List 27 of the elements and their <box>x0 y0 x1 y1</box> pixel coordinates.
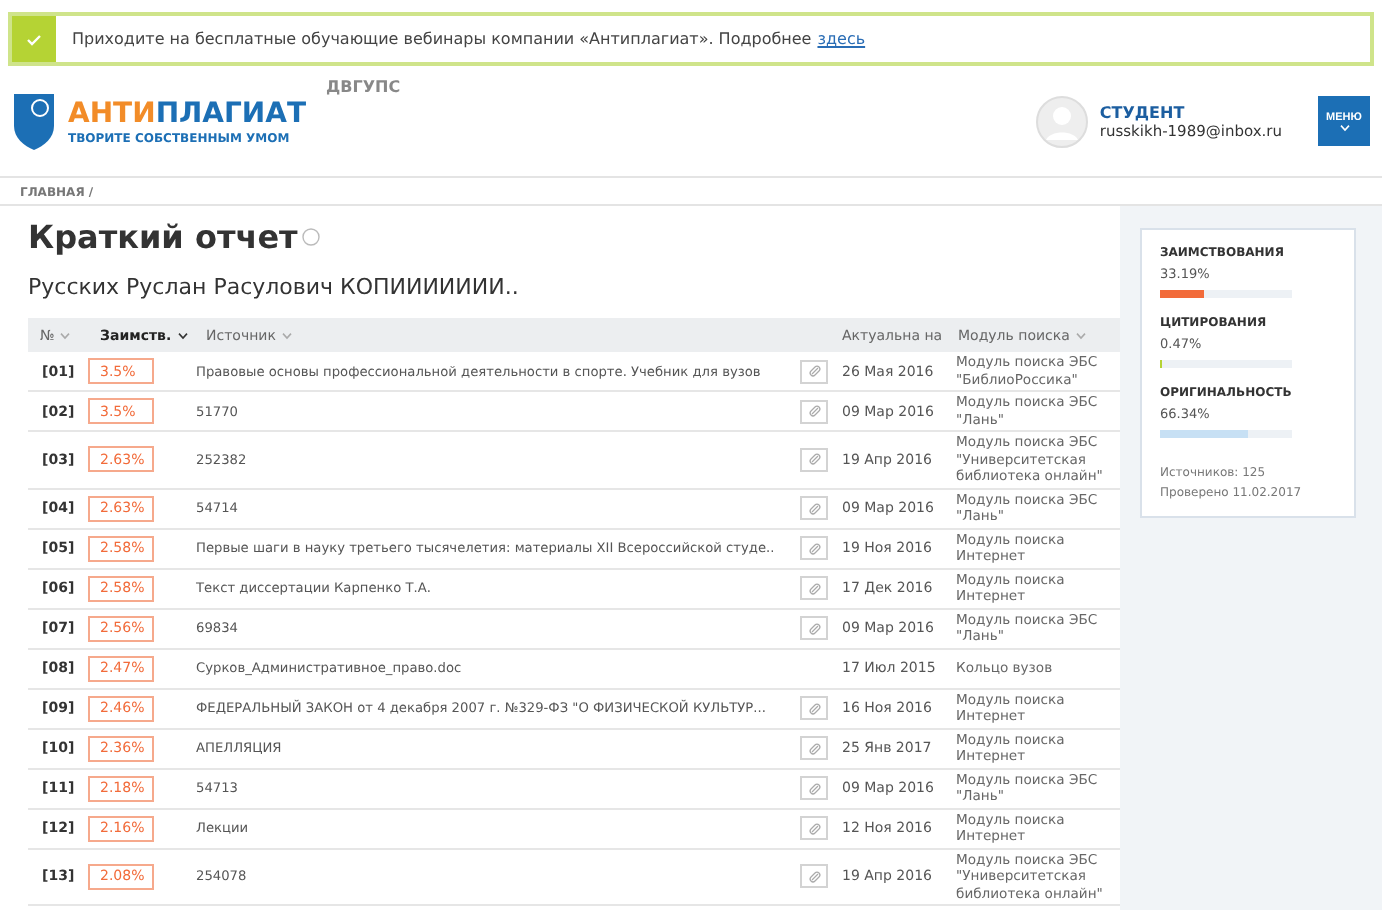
organization-name: ДВГУПС <box>326 78 401 96</box>
caret-icon <box>1075 331 1086 339</box>
link-button[interactable] <box>800 696 828 720</box>
link-button[interactable] <box>800 864 828 889</box>
link-button[interactable] <box>800 776 828 800</box>
user-role: СТУДЕНТ <box>1099 103 1187 121</box>
avatar-icon <box>1035 95 1088 147</box>
link-button[interactable] <box>800 496 828 520</box>
banner-link[interactable]: здесь <box>817 30 866 48</box>
logo-text: АНТИПЛАГИАТ <box>68 96 307 132</box>
link-button[interactable] <box>800 399 828 423</box>
caret-icon <box>281 331 292 339</box>
banner-text: Приходите на бесплатные обучающие вебинары компании «Антиплагиат». Подробнее здесь <box>72 30 866 48</box>
link-button[interactable] <box>800 816 828 840</box>
caret-icon <box>177 331 188 339</box>
shield-logo-icon <box>12 91 56 151</box>
link-button[interactable] <box>800 359 828 383</box>
link-button[interactable] <box>800 576 828 600</box>
link-button[interactable] <box>800 616 828 640</box>
check-icon <box>12 16 56 62</box>
caret-icon <box>1339 123 1349 131</box>
report-title: Краткий отчет <box>28 218 1120 256</box>
link-button[interactable] <box>800 736 828 760</box>
report-subtitle: Русских Руслан Расулович КОПИИИИИИИ.. <box>28 274 521 300</box>
link-button[interactable] <box>800 536 828 560</box>
link-button[interactable] <box>800 447 828 472</box>
caret-icon <box>60 331 71 339</box>
